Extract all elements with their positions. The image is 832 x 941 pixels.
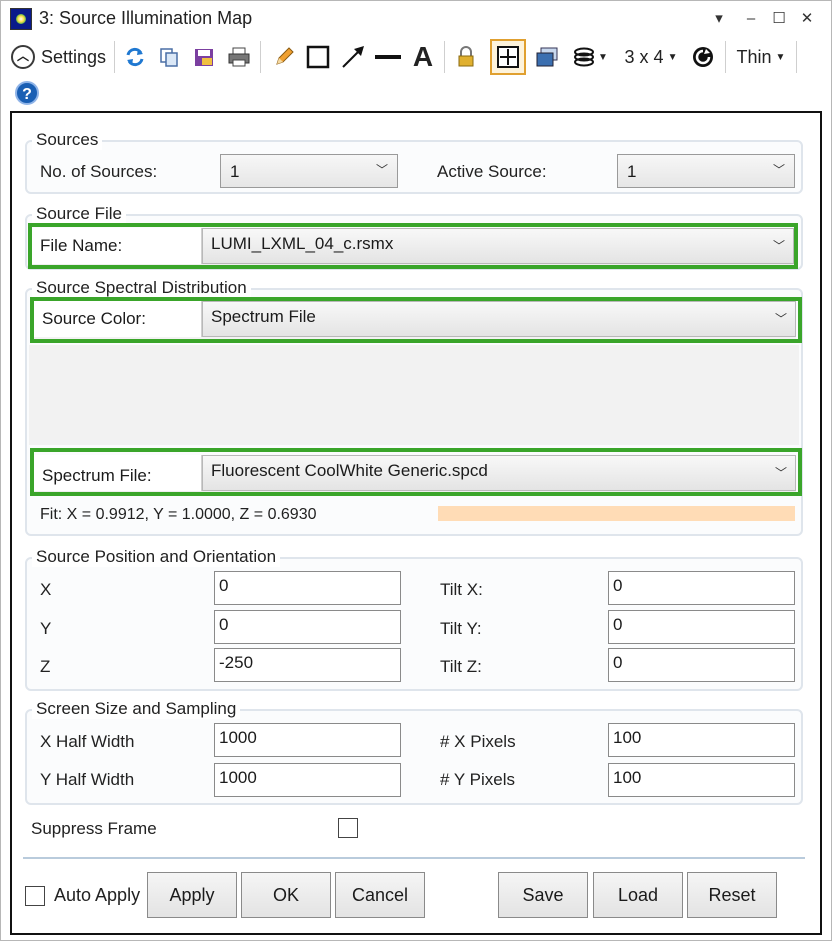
text-icon[interactable]: A (409, 39, 437, 75)
lock-icon[interactable] (453, 39, 479, 75)
num-sources-label: No. of Sources: (40, 162, 158, 181)
toolbar-separator (444, 41, 445, 73)
active-source-value: 1 (627, 162, 637, 181)
toolbar-separator (725, 41, 726, 73)
arrow-icon[interactable] (339, 39, 367, 75)
layers-dropdown[interactable]: ▼ (569, 39, 611, 75)
dialog-window: 3: Source Illumination Map ▾ – ☐ ✕ ︿ Set… (0, 0, 832, 941)
x-input[interactable]: 0 (214, 571, 401, 605)
windows-icon[interactable] (533, 39, 561, 75)
y-half-width-label: Y Half Width (40, 770, 135, 789)
line-thickness-label: Thin (736, 46, 772, 67)
print-icon[interactable] (225, 39, 253, 75)
tilt-z-input[interactable]: 0 (608, 648, 795, 682)
toolbar-separator (114, 41, 115, 73)
rotate-icon[interactable] (689, 39, 717, 75)
x-pixels-input[interactable]: 100 (608, 723, 795, 757)
line-icon[interactable] (374, 39, 402, 75)
active-source-select[interactable]: 1 ﹀ (617, 154, 795, 188)
layout-label: 3 x 4 (624, 46, 664, 67)
pencil-icon[interactable] (271, 39, 297, 75)
x-half-width-label: X Half Width (40, 732, 135, 751)
highlight-box (30, 448, 802, 496)
x-label: X (40, 580, 52, 599)
minimize-button[interactable]: – (739, 7, 763, 31)
y-pixels-input[interactable]: 100 (608, 763, 795, 797)
chevron-up-icon: ︿ (11, 45, 35, 69)
active-source-label: Active Source: (437, 162, 547, 181)
screen-group-title: Screen Size and Sampling (32, 699, 241, 719)
window-menu-button[interactable]: ▾ (707, 7, 731, 31)
x-half-width-input[interactable]: 1000 (214, 723, 401, 757)
app-icon (10, 8, 32, 30)
y-input[interactable]: 0 (214, 610, 401, 644)
settings-label: Settings (41, 46, 107, 67)
refresh-icon[interactable] (122, 39, 148, 75)
auto-apply-checkbox[interactable] (25, 886, 45, 906)
z-label: Z (40, 657, 51, 676)
maximize-button[interactable]: ☐ (767, 7, 791, 31)
num-sources-select[interactable]: 1 ﹀ (220, 154, 398, 188)
suppress-frame-checkbox[interactable] (338, 818, 358, 838)
toolbar-separator (260, 41, 261, 73)
fit-text: Fit: X = 0.9912, Y = 1.0000, Z = 0.6930 (40, 506, 317, 523)
highlight-box (30, 297, 802, 343)
layout-dropdown[interactable]: 3 x 4 ▼ (621, 39, 681, 75)
z-input[interactable]: -250 (214, 648, 401, 682)
num-sources-value: 1 (230, 162, 240, 181)
spectral-group-title: Source Spectral Distribution (32, 278, 251, 298)
close-button[interactable]: ✕ (795, 7, 819, 31)
crosshair-icon[interactable] (490, 39, 526, 75)
rectangle-icon[interactable] (305, 39, 331, 75)
footer-divider (23, 857, 805, 859)
load-button[interactable]: Load (593, 872, 683, 918)
tilt-y-label: Tilt Y: (440, 619, 482, 638)
y-half-width-input[interactable]: 1000 (214, 763, 401, 797)
window-title: 3: Source Illumination Map (39, 8, 253, 28)
chevron-down-icon: ﹀ (375, 163, 388, 177)
source-file-group-title: Source File (32, 204, 126, 224)
auto-apply-label: Auto Apply (54, 885, 141, 905)
help-icon[interactable]: ? (15, 81, 39, 105)
fit-color-swatch (438, 506, 795, 521)
copy-icon[interactable] (156, 39, 182, 75)
tilt-z-label: Tilt Z: (440, 657, 482, 676)
settings-button[interactable]: ︿ Settings (11, 39, 109, 75)
caret-down-icon: ▼ (598, 51, 608, 63)
ok-button[interactable]: OK (241, 872, 331, 918)
y-pixels-label: # Y Pixels (440, 770, 515, 789)
cancel-button[interactable]: Cancel (335, 872, 425, 918)
tilt-y-input[interactable]: 0 (608, 610, 795, 644)
reset-button[interactable]: Reset (687, 872, 777, 918)
apply-button[interactable]: Apply (147, 872, 237, 918)
caret-down-icon: ▼ (667, 51, 678, 63)
highlight-box (28, 223, 798, 269)
y-label: Y (40, 619, 52, 638)
save-image-icon[interactable] (191, 39, 217, 75)
spectral-empty-area (29, 345, 799, 445)
toolbar: ︿ Settings A ▼ 3 x 4 ▼ Thin ▼ (1, 39, 831, 77)
toolbar-separator (796, 41, 797, 73)
caret-down-icon: ▼ (775, 51, 786, 63)
save-button[interactable]: Save (498, 872, 588, 918)
tilt-x-label: Tilt X: (440, 580, 483, 599)
x-pixels-label: # X Pixels (440, 732, 516, 751)
tilt-x-input[interactable]: 0 (608, 571, 795, 605)
suppress-frame-label: Suppress Frame (31, 819, 157, 838)
sources-group-title: Sources (32, 130, 103, 150)
title-bar: 3: Source Illumination Map ▾ – ☐ ✕ (1, 1, 831, 37)
line-thickness-dropdown[interactable]: Thin ▼ (733, 39, 789, 75)
chevron-down-icon: ﹀ (772, 163, 785, 177)
position-group-title: Source Position and Orientation (32, 547, 281, 567)
